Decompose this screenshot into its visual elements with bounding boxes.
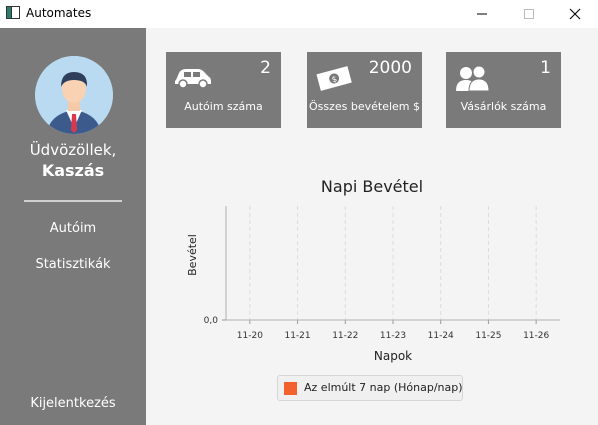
minimize-button[interactable] [459, 0, 505, 28]
y-tick-label: 0,0 [204, 316, 219, 326]
greeting-text: Üdvözöllek, [29, 141, 117, 159]
title-bar: Automates [0, 0, 598, 28]
y-axis-label: Bevétel [186, 234, 199, 276]
x-tick-label: 11-22 [332, 331, 358, 341]
maximize-icon [524, 9, 534, 19]
main-content: 2 Autóim száma $ 2000 Összes bevételem $… [146, 28, 598, 425]
x-tick-label: 11-26 [523, 331, 549, 341]
chart-legend: Az elmúlt 7 nap (Hónap/nap) [277, 375, 463, 401]
x-tick-label: 11-20 [237, 331, 263, 341]
sidebar-item-autoim[interactable]: Autóim [0, 221, 146, 236]
x-tick-label: 11-25 [475, 331, 501, 341]
legend-label: Az elmúlt 7 nap (Hónap/nap) [304, 381, 463, 394]
legend-swatch [284, 382, 297, 395]
close-button[interactable] [552, 0, 598, 28]
app-icon [6, 6, 20, 19]
minimize-icon [477, 13, 487, 15]
x-tick-label: 11-21 [284, 331, 310, 341]
window-title: Automates [26, 6, 92, 20]
sidebar-divider [24, 200, 122, 202]
logout-button[interactable]: Kijelentkezés [0, 396, 146, 411]
avatar [35, 56, 113, 134]
close-icon [569, 8, 581, 20]
sidebar: Üdvözöllek, Kaszás Autóim Statisztikák K… [0, 28, 146, 425]
x-tick-label: 11-23 [380, 331, 406, 341]
x-axis-label: Napok [374, 349, 412, 363]
user-avatar-icon [35, 56, 113, 134]
daily-revenue-chart: 11-20 11-21 11-22 11-23 11-24 11-25 11-26 0,0 Na… [186, 206, 560, 363]
x-tick-label: 11-24 [428, 331, 454, 341]
username-text: Kaszás [41, 161, 105, 180]
sidebar-item-statisztikak[interactable]: Statisztikák [0, 257, 146, 272]
maximize-button[interactable] [506, 0, 552, 28]
